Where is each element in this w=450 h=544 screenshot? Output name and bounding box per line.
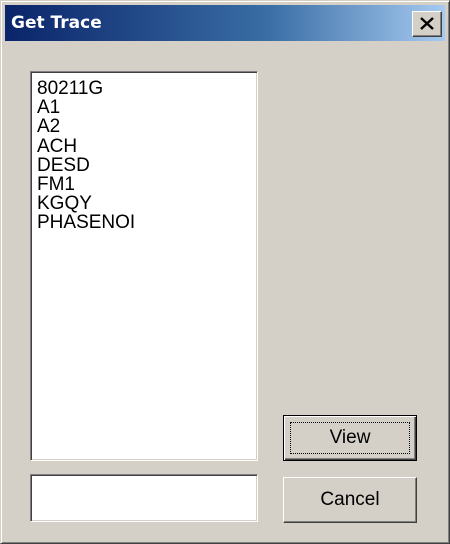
window-title: Get Trace [11, 13, 102, 33]
list-item[interactable]: A2 [37, 117, 257, 136]
view-button[interactable]: View [283, 415, 417, 461]
cancel-button[interactable]: Cancel [283, 477, 417, 523]
view-button-label: View [290, 422, 410, 454]
trace-listbox[interactable]: 80211G A1 A2 ACH DESD FM1 KGQY PHASENOI [30, 71, 258, 461]
trace-name-field[interactable] [30, 474, 258, 522]
close-icon [420, 17, 434, 30]
list-item[interactable]: A1 [37, 98, 257, 117]
list-item[interactable]: PHASENOI [37, 213, 257, 232]
list-item[interactable]: DESD [37, 156, 257, 175]
list-item[interactable]: KGQY [37, 194, 257, 213]
close-button[interactable] [412, 11, 442, 37]
title-bar[interactable]: Get Trace [5, 5, 445, 41]
list-item[interactable]: FM1 [37, 175, 257, 194]
list-item[interactable]: 80211G [37, 79, 257, 98]
get-trace-dialog: Get Trace 80211G A1 A2 ACH DESD FM1 KGQY… [0, 0, 450, 544]
list-item[interactable]: ACH [37, 136, 257, 156]
